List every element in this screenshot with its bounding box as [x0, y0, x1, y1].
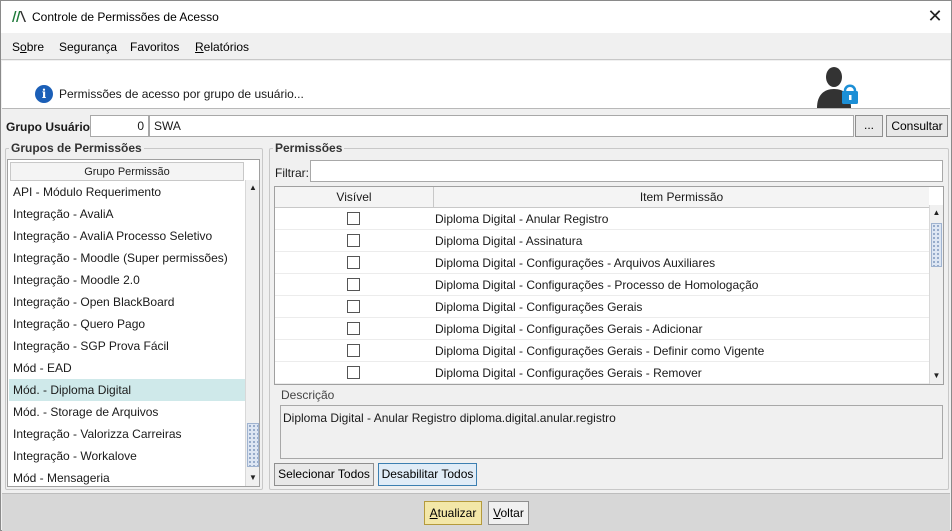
header-info-text: Permissões de acesso por grupo de usuári… [59, 87, 304, 101]
menu-favoritos[interactable]: Favoritos [130, 40, 179, 54]
permission-item-label: Diploma Digital - Configurações - Arquiv… [435, 256, 716, 270]
permissions-grid-header: Visível Item Permissão [275, 187, 929, 208]
menu-bar: Sobre Segurança Favoritos Relatórios [1, 33, 951, 60]
permissions-title: Permissões [273, 141, 345, 155]
group-list-item[interactable]: Integração - Workalove [9, 445, 245, 467]
user-lock-icon [817, 67, 858, 108]
select-all-button[interactable]: Selecionar Todos [274, 463, 374, 486]
permissions-scroll-thumb[interactable] [931, 223, 942, 267]
permission-item-label: Diploma Digital - Configurações Gerais -… [435, 322, 703, 336]
permissions-scrollbar[interactable]: ▲ ▼ [929, 205, 943, 384]
permission-item-label: Diploma Digital - Assinatura [435, 234, 583, 248]
permission-item-label: Diploma Digital - Configurações Gerais -… [435, 366, 702, 380]
group-list-item[interactable]: API - Módulo Requerimento [9, 181, 245, 203]
group-user-name-field[interactable]: SWA [149, 115, 854, 137]
permission-row[interactable]: Diploma Digital - Anular Registro [275, 208, 929, 230]
window-title: Controle de Permissões de Acesso [32, 10, 219, 24]
permission-row[interactable]: Diploma Digital - Configurações Gerais -… [275, 362, 929, 384]
column-visible-header[interactable]: Visível [275, 187, 434, 208]
close-icon: ✕ [927, 6, 943, 26]
info-header: i Permissões de acesso por grupo de usuá… [2, 61, 950, 109]
scroll-down-icon[interactable]: ▼ [930, 368, 943, 384]
scroll-up-icon[interactable]: ▲ [246, 180, 259, 196]
group-list-item[interactable]: Integração - AvaliA Processo Seletivo [9, 225, 245, 247]
app-logo-icon [12, 11, 26, 22]
filter-input[interactable] [310, 160, 943, 182]
permission-groups-list: Grupo Permissão API - Módulo Requeriment… [7, 159, 260, 487]
browse-button[interactable]: ... [855, 115, 883, 137]
visible-checkbox[interactable] [347, 322, 360, 335]
title-bar: Controle de Permissões de Acesso ✕ [1, 1, 951, 33]
permission-row[interactable]: Diploma Digital - Configurações Gerais -… [275, 340, 929, 362]
permission-item-label: Diploma Digital - Configurações - Proces… [435, 278, 759, 292]
description-title: Descrição [279, 388, 337, 402]
menu-seguranca[interactable]: Segurança [59, 40, 117, 54]
scroll-up-icon[interactable]: ▲ [930, 205, 943, 221]
group-user-id-field[interactable]: 0 [90, 115, 149, 137]
update-button[interactable]: Atualizar [424, 501, 482, 525]
groups-scrollbar[interactable]: ▲ ▼ [245, 180, 259, 486]
menu-relatorios[interactable]: Relatórios [195, 40, 249, 54]
filter-label: Filtrar: [275, 166, 309, 180]
back-button[interactable]: Voltar [488, 501, 529, 525]
permissions-grid: Visível Item Permissão Diploma Digital -… [274, 186, 944, 385]
group-user-label: Grupo Usuário: [6, 120, 95, 134]
visible-checkbox[interactable] [347, 300, 360, 313]
visible-checkbox[interactable] [347, 344, 360, 357]
groups-scroll-thumb[interactable] [247, 423, 259, 467]
groups-column-header[interactable]: Grupo Permissão [10, 162, 244, 181]
close-button[interactable]: ✕ [919, 1, 951, 33]
visible-checkbox[interactable] [347, 212, 360, 225]
group-list-item[interactable]: Integração - Quero Pago [9, 313, 245, 335]
scroll-down-icon[interactable]: ▼ [246, 470, 259, 486]
group-list-item[interactable]: Integração - Valorizza Carreiras [9, 423, 245, 445]
info-icon: i [35, 85, 53, 103]
permission-item-label: Diploma Digital - Anular Registro [435, 212, 609, 226]
visible-checkbox[interactable] [347, 278, 360, 291]
app-window: Controle de Permissões de Acesso ✕ Sobre… [0, 0, 952, 531]
group-list-item[interactable]: Mód. - Diploma Digital [9, 379, 245, 401]
permission-row[interactable]: Diploma Digital - Configurações Gerais [275, 296, 929, 318]
permission-item-label: Diploma Digital - Configurações Gerais [435, 300, 643, 314]
description-text: Diploma Digital - Anular Registro diplom… [280, 405, 943, 459]
visible-checkbox[interactable] [347, 234, 360, 247]
disable-all-button[interactable]: Desabilitar Todos [378, 463, 477, 486]
permissions-grid-rows: Diploma Digital - Anular Registro Diploma… [275, 208, 929, 384]
group-list-item[interactable]: Mód - EAD [9, 357, 245, 379]
visible-checkbox[interactable] [347, 256, 360, 269]
permission-item-label: Diploma Digital - Configurações Gerais -… [435, 344, 765, 358]
groups-list-rows: API - Módulo Requerimento Integração - Av… [9, 181, 245, 486]
permission-row[interactable]: Diploma Digital - Configurações Gerais -… [275, 318, 929, 340]
permission-groups-title: Grupos de Permissões [9, 141, 144, 155]
group-list-item[interactable]: Integração - Open BlackBoard [9, 291, 245, 313]
group-list-item[interactable]: Integração - SGP Prova Fácil [9, 335, 245, 357]
permission-row[interactable]: Diploma Digital - Configurações - Proces… [275, 274, 929, 296]
menu-sobre[interactable]: Sobre [12, 40, 44, 54]
permission-row[interactable]: Diploma Digital - Assinatura [275, 230, 929, 252]
visible-checkbox[interactable] [347, 366, 360, 379]
permission-row[interactable]: Diploma Digital - Configurações - Arquiv… [275, 252, 929, 274]
consultar-button[interactable]: Consultar [886, 115, 948, 137]
group-list-item[interactable]: Integração - Moodle 2.0 [9, 269, 245, 291]
column-item-header[interactable]: Item Permissão [434, 187, 929, 208]
group-list-item[interactable]: Integração - Moodle (Super permissões) [9, 247, 245, 269]
group-list-item[interactable]: Integração - AvaliA [9, 203, 245, 225]
group-list-item[interactable]: Mód - Mensageria [9, 467, 245, 486]
group-list-item[interactable]: Mód. - Storage de Arquivos [9, 401, 245, 423]
